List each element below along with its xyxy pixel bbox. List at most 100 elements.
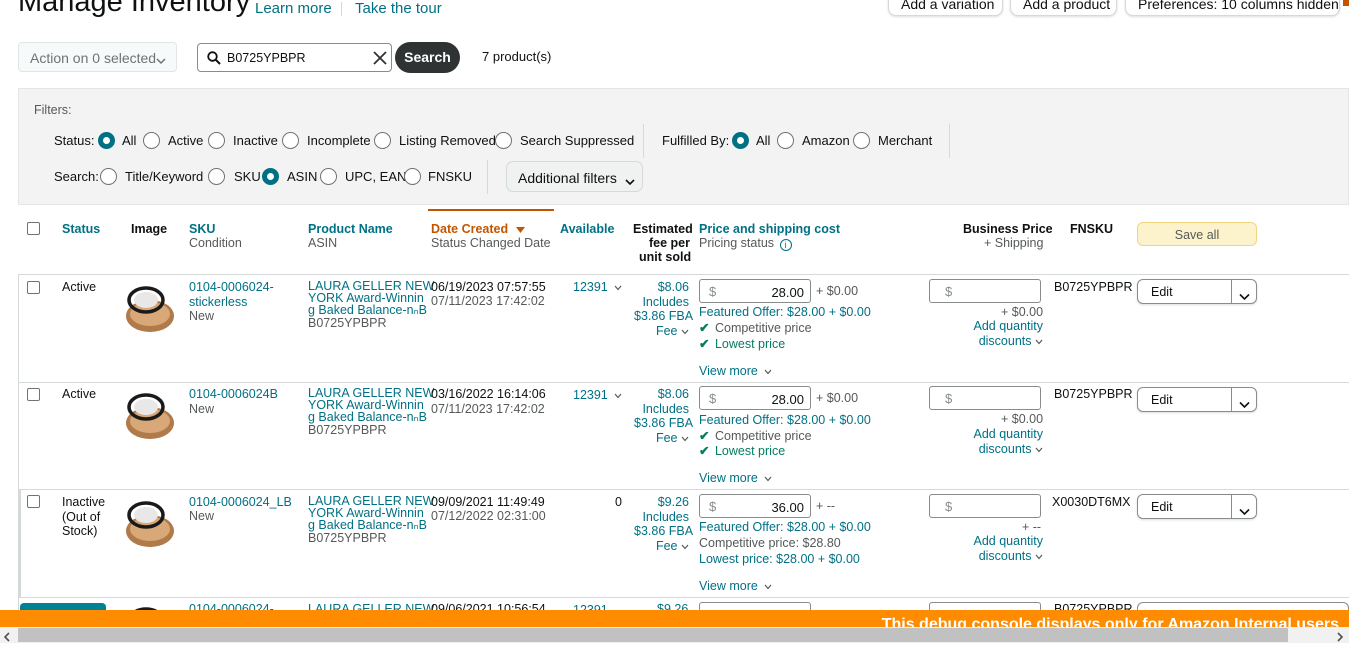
search-fnsku-label[interactable]: FNSKU <box>428 169 472 184</box>
col-est-fee-header-3: unit sold <box>639 250 692 264</box>
status-all-radio[interactable] <box>98 132 115 149</box>
search-fnsku-radio[interactable] <box>404 168 421 185</box>
status-suppressed-label[interactable]: Search Suppressed <box>520 133 634 148</box>
scroll-right-icon[interactable] <box>1336 629 1344 647</box>
header-divider <box>341 2 342 16</box>
product-image[interactable] <box>124 390 176 440</box>
edit-button[interactable]: Edit <box>1151 393 1173 407</box>
add-product-button[interactable]: Add a product <box>1010 0 1117 16</box>
row-sku-link[interactable]: 0104-0006024_LB <box>189 495 292 510</box>
result-count: 7 product(s) <box>482 49 552 64</box>
status-incomplete-radio[interactable] <box>282 132 299 149</box>
row-product-name-link[interactable]: LAURA GELLER NEW YORK Award-Winnin g Baked… <box>308 387 434 424</box>
row-available-value: 12391 <box>573 280 608 294</box>
search-title-radio[interactable] <box>100 168 117 185</box>
status-inactive-label[interactable]: Inactive <box>233 133 278 148</box>
edit-button[interactable]: Edit <box>1151 500 1173 514</box>
row-available-value: 0 <box>615 495 622 509</box>
scrollbar-thumb[interactable] <box>18 628 1288 642</box>
status-removed-label[interactable]: Listing Removed <box>399 133 496 148</box>
clear-search-icon[interactable] <box>373 51 387 70</box>
row-available-link[interactable]: 12391 <box>573 388 622 403</box>
add-quantity-discounts-link[interactable]: Add quantity discounts <box>963 319 1044 348</box>
save-all-button[interactable]: Save all <box>1137 222 1257 246</box>
row-select-checkbox[interactable] <box>27 495 40 508</box>
row-shipping: + $0.00 <box>816 391 859 405</box>
business-price-input[interactable]: $ <box>929 494 1041 518</box>
status-active-label[interactable]: Active <box>168 133 203 148</box>
row-product-name-link[interactable]: LAURA GELLER NEW YORK Award-Winnin g Baked… <box>308 280 434 317</box>
chevron-down-icon[interactable] <box>1239 288 1250 306</box>
price-input[interactable]: $36.00 <box>699 494 811 518</box>
price-input[interactable]: $28.00 <box>699 386 811 410</box>
row-fee-includes: Includes <box>642 401 689 416</box>
add-variation-button[interactable]: Add a variation <box>888 0 1003 16</box>
row-fee-link[interactable]: $8.06 Includes $3.86 FBA Fee <box>634 387 693 445</box>
product-image[interactable] <box>124 498 176 548</box>
fulfilled-merchant-radio[interactable] <box>853 132 870 149</box>
fulfilled-amazon-radio[interactable] <box>777 132 794 149</box>
additional-filters-button[interactable]: Additional filters <box>506 161 643 192</box>
search-input[interactable]: B0725YPBPR <box>197 43 392 72</box>
chevron-down-icon[interactable] <box>1239 396 1250 414</box>
checkmark-icon: ✔ <box>699 321 710 335</box>
col-available-header[interactable]: Available <box>560 222 614 236</box>
status-suppressed-radio[interactable] <box>495 132 512 149</box>
add-quantity-discounts-link[interactable]: Add quantity discounts <box>963 534 1044 563</box>
view-more-link[interactable]: View more <box>699 471 772 486</box>
search-asin-label[interactable]: ASIN <box>287 169 317 184</box>
view-more-link[interactable]: View more <box>699 364 772 379</box>
row-condition: New <box>189 309 215 323</box>
row-select-checkbox[interactable] <box>27 281 40 294</box>
status-incomplete-label[interactable]: Incomplete <box>307 133 371 148</box>
col-sku-header[interactable]: SKU <box>189 222 215 236</box>
edit-button[interactable]: Edit <box>1151 285 1173 299</box>
row-fee-includes: Includes <box>642 294 689 309</box>
col-price-header[interactable]: Price and shipping cost <box>699 222 840 236</box>
take-tour-link[interactable]: Take the tour <box>355 0 442 17</box>
add-quantity-discounts-link[interactable]: Add quantity discounts <box>963 427 1044 456</box>
search-upc-radio[interactable] <box>320 168 337 185</box>
search-upc-label[interactable]: UPC, EAN <box>345 169 406 184</box>
bulk-action-dropdown[interactable]: Action on 0 selected <box>18 42 177 72</box>
row-sku-link[interactable]: 0104-0006024B <box>189 387 278 402</box>
row-fee-link[interactable]: $8.06 Includes $3.86 FBA Fee <box>634 280 693 338</box>
edit-split-button: Edit <box>1137 387 1257 412</box>
fulfilled-amazon-label[interactable]: Amazon <box>802 133 850 148</box>
status-active-radio[interactable] <box>143 132 160 149</box>
learn-more-link[interactable]: Learn more <box>255 0 332 17</box>
status-inactive-radio[interactable] <box>208 132 225 149</box>
search-sku-radio[interactable] <box>208 168 225 185</box>
scroll-left-icon[interactable] <box>3 629 11 647</box>
search-button[interactable]: Search <box>395 42 460 73</box>
row-available-link[interactable]: 12391 <box>573 280 622 295</box>
view-more-link[interactable]: View more <box>699 579 772 594</box>
fulfilled-all-radio[interactable] <box>732 132 749 149</box>
search-sku-label[interactable]: SKU <box>234 169 261 184</box>
col-status-header[interactable]: Status <box>62 222 100 236</box>
status-removed-radio[interactable] <box>374 132 391 149</box>
row-product-name-link[interactable]: LAURA GELLER NEW YORK Award-Winnin g Baked… <box>308 495 434 532</box>
fulfilled-all-label[interactable]: All <box>756 133 770 148</box>
currency-symbol: $ <box>709 499 717 514</box>
col-est-fee-header-2: fee per <box>649 236 690 250</box>
row-sku-link[interactable]: 0104-0006024- stickerless <box>189 280 274 309</box>
fulfilled-merchant-label[interactable]: Merchant <box>878 133 932 148</box>
select-all-checkbox[interactable] <box>27 222 40 235</box>
row-fee-link[interactable]: $9.26 Includes $3.86 FBA Fee <box>634 495 693 553</box>
info-icon[interactable]: i <box>779 239 792 251</box>
business-price-input[interactable]: $ <box>929 279 1041 303</box>
product-image[interactable] <box>124 283 176 333</box>
row-fnsku: B0725YPBPR <box>1054 387 1133 401</box>
row-select-checkbox[interactable] <box>27 388 40 401</box>
col-date-created-header[interactable]: Date Created <box>431 222 525 236</box>
preferences-button[interactable]: Preferences: 10 columns hidden <box>1125 0 1340 16</box>
pricing-competitive: Competitive price: $28.80 <box>699 536 841 550</box>
search-asin-radio[interactable] <box>262 168 279 185</box>
business-price-input[interactable]: $ <box>929 386 1041 410</box>
status-all-label[interactable]: All <box>122 133 136 148</box>
search-title-label[interactable]: Title/Keyword <box>125 169 203 184</box>
price-input[interactable]: $28.00 <box>699 279 811 303</box>
col-product-name-header[interactable]: Product Name <box>308 222 393 236</box>
chevron-down-icon[interactable] <box>1239 503 1250 521</box>
